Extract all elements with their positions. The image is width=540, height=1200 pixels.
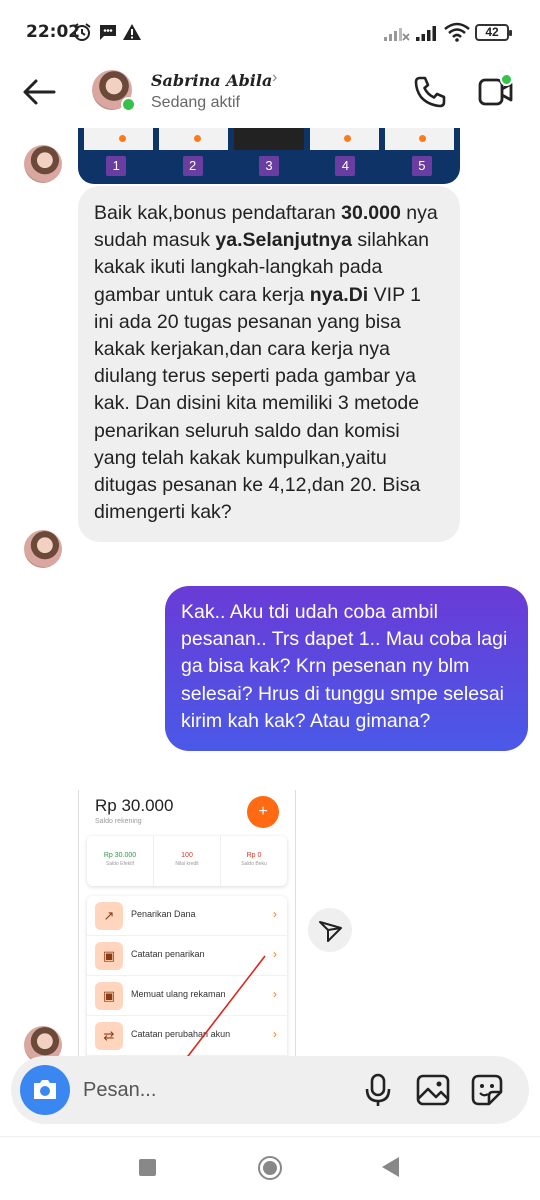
back-arrow-icon[interactable]: [20, 74, 60, 110]
step-number: 5: [411, 156, 432, 176]
message-text-bold: ya.Selanjutnya: [215, 229, 352, 252]
signal-icon: [416, 26, 436, 41]
red-annotation-line: [184, 955, 266, 1060]
step-number: 4: [335, 156, 356, 176]
message-text-bold: 30.000: [341, 202, 401, 224]
camera-button[interactable]: [20, 1065, 70, 1115]
video-call-button[interactable]: [476, 72, 516, 112]
message-input[interactable]: [83, 1074, 343, 1106]
microphone-icon[interactable]: [361, 1072, 395, 1108]
message-text: Kak.. Aku tdi udah coba ambil pesanan.. …: [181, 601, 508, 732]
step-number: 2: [182, 156, 203, 176]
step-number: 1: [106, 156, 127, 176]
online-status-dot: [121, 97, 136, 112]
back-triangle-icon[interactable]: [382, 1157, 399, 1177]
sticker-icon[interactable]: [469, 1072, 505, 1108]
step-numbers: 1 2 3 4 5: [78, 156, 460, 176]
recent-apps-icon[interactable]: [139, 1159, 156, 1176]
status-bar: 22:02 42: [0, 0, 540, 64]
contact-status: Sedang aktif: [151, 94, 240, 111]
message-text: Baik kak,bonus pendaftaran: [94, 202, 342, 224]
wifi-icon: [444, 22, 470, 42]
chat-thread[interactable]: 1 2 3 4 5 Baik kak,bonus pendaftaran 30.…: [0, 120, 540, 1120]
message-text-bold: nya.Di: [309, 283, 369, 306]
camera-icon: [34, 1080, 56, 1099]
gallery-icon[interactable]: [415, 1072, 451, 1108]
tutorial-screens: [84, 128, 455, 150]
share-button[interactable]: [308, 908, 352, 952]
contact-name[interactable]: Sabrina Abila: [151, 71, 272, 90]
sender-avatar[interactable]: [24, 530, 62, 568]
chevron-right-icon[interactable]: ›: [272, 69, 277, 87]
sender-avatar[interactable]: [24, 145, 62, 183]
message-composer: [11, 1056, 529, 1124]
system-navigation-bar: [0, 1136, 540, 1200]
home-icon[interactable]: [258, 1156, 282, 1180]
phone-call-icon[interactable]: [412, 74, 448, 110]
send-icon: [319, 921, 342, 942]
contact-avatar[interactable]: [92, 70, 136, 112]
screenshot-image-message[interactable]: Rp 30.000 Saldo rekening + Rp 30.000 Sal…: [78, 790, 296, 1060]
incoming-message-bubble[interactable]: Baik kak,bonus pendaftaran 30.000 nya su…: [78, 186, 460, 543]
signal-no-service-icon: [384, 28, 410, 41]
step-number: 3: [259, 156, 280, 176]
outgoing-message-bubble[interactable]: Kak.. Aku tdi udah coba ambil pesanan.. …: [165, 586, 528, 752]
alarm-icon: [73, 23, 91, 41]
tutorial-image-message[interactable]: 1 2 3 4 5: [78, 128, 460, 184]
chat-header: Sabrina Abila › Sedang aktif: [0, 64, 540, 120]
battery-icon: 42: [475, 24, 512, 41]
online-status-dot: [500, 73, 513, 86]
message-notification-icon: [100, 25, 116, 40]
message-text: VIP 1 ini ada 20 tugas pesanan yang bisa…: [94, 283, 421, 524]
warning-icon: [123, 24, 141, 40]
